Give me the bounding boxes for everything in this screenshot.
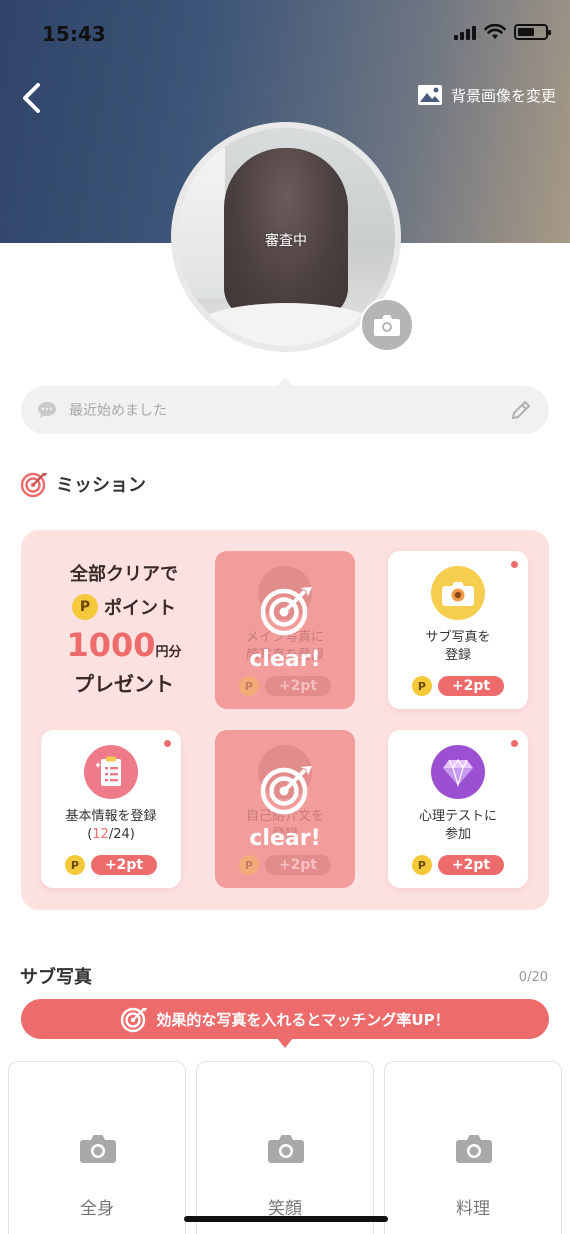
point-icon: P <box>238 676 259 696</box>
target-icon <box>20 472 47 498</box>
target-icon <box>121 1007 148 1033</box>
point-icon: P <box>72 594 98 620</box>
all-clear-amount-value: 1000 <box>66 626 156 664</box>
clear-label: clear! <box>249 826 321 851</box>
all-clear-amount: 1000円分 <box>44 626 204 664</box>
comment-placeholder: 最近始めました <box>69 403 167 419</box>
status-time: 15:43 <box>42 22 106 46</box>
point-icon: P <box>411 676 432 696</box>
basic-info-progress: (12/24) <box>41 826 181 844</box>
avatar-photo-background <box>177 148 225 298</box>
diamond-icon <box>431 745 485 799</box>
banner-tip <box>277 1038 293 1048</box>
target-icon <box>260 587 312 636</box>
mission-card-label: サブ写真を 登録 <box>388 629 528 665</box>
mission-card-self-intro[interactable]: 自己紹介文を 登録 P +2pt clear! <box>215 730 355 888</box>
pencil-icon[interactable] <box>509 398 533 422</box>
mission-card-psych-test[interactable]: 心理テストに 参加 P +2pt <box>388 730 528 888</box>
mission-card-label-line2: 登録 <box>444 648 471 663</box>
change-background-label: 背景画像を変更 <box>450 86 556 105</box>
mission-card-label: 基本情報を登録 (12/24) <box>41 808 181 844</box>
new-indicator-dot <box>511 561 518 568</box>
clear-label: clear! <box>249 647 321 672</box>
mission-title-text: ミッション <box>56 475 146 496</box>
chevron-left-icon <box>23 83 40 113</box>
point-icon: P <box>64 855 85 875</box>
all-clear-line1: 全部クリアで <box>70 564 178 585</box>
new-indicator-dot <box>164 740 171 747</box>
home-indicator[interactable] <box>184 1216 388 1222</box>
camera-icon <box>268 1135 304 1163</box>
camera-icon <box>456 1135 492 1163</box>
point-icon: P <box>238 855 259 875</box>
back-button[interactable] <box>14 80 50 116</box>
mission-card-points: +2pt <box>264 855 332 875</box>
mission-card-points: +2pt <box>90 855 158 875</box>
mission-card-reward: P +2pt <box>388 676 528 696</box>
sub-photo-tip-banner: 効果的な写真を入れるとマッチング率UP！ <box>21 999 549 1039</box>
all-clear-line2: P ポイント <box>44 594 204 620</box>
mission-card-label-line2: 参加 <box>444 827 471 842</box>
mission-card-basic-info[interactable]: 基本情報を登録 (12/24) P +2pt <box>41 730 181 888</box>
progress-total: /24) <box>108 827 135 842</box>
review-status: 審査中 <box>265 233 307 249</box>
chat-bubble-icon <box>38 402 56 418</box>
mission-card-main-photo[interactable]: メイン写真に 顔写真を登録 P +2pt clear! <box>215 551 355 709</box>
all-clear-amount-unit: 円分 <box>155 645 182 660</box>
mission-card-label-line1: サブ写真を <box>425 630 491 645</box>
sub-photo-tip-text: 効果的な写真を入れるとマッチング率UP！ <box>156 1010 450 1029</box>
comment-input[interactable]: 最近始めました <box>21 386 549 434</box>
point-icon: P <box>411 855 432 875</box>
image-icon <box>417 85 442 105</box>
change-background-button[interactable]: 背景画像を変更 <box>417 84 556 106</box>
target-icon <box>260 766 312 815</box>
new-indicator-dot <box>511 740 518 747</box>
mission-card-label-line1: 基本情報を登録 <box>65 809 157 824</box>
all-clear-point-label: ポイント <box>104 598 176 619</box>
sub-photo-slot-full-body[interactable]: 全身 <box>8 1061 186 1234</box>
camera-icon <box>80 1135 116 1163</box>
avatar-photo-shirt <box>187 303 387 346</box>
mission-section-title: ミッション <box>20 470 146 498</box>
sub-photo-section-title: サブ写真 <box>20 967 92 988</box>
battery-icon <box>514 24 551 40</box>
status-bar: 15:43 <box>0 0 570 70</box>
mission-card-sub-photo[interactable]: サブ写真を 登録 P +2pt <box>388 551 528 709</box>
signal-icon <box>454 24 476 40</box>
change-avatar-button[interactable] <box>360 298 414 352</box>
clipboard-icon <box>84 745 138 799</box>
status-icons <box>454 24 551 40</box>
all-clear-line4: プレゼント <box>74 672 174 696</box>
mission-card-label: 心理テストに 参加 <box>388 808 528 844</box>
camera-icon <box>431 566 485 620</box>
mission-card-label-line1: 心理テストに <box>418 809 497 824</box>
sub-photo-slot-label: 料理 <box>456 1199 490 1219</box>
camera-icon <box>374 315 400 336</box>
mission-card-reward: P +2pt <box>41 855 181 875</box>
mission-card-points: +2pt <box>437 855 505 875</box>
mission-card-reward: P +2pt <box>215 855 355 875</box>
sub-photo-slot-label: 全身 <box>80 1199 114 1219</box>
sub-photo-slot-cooking[interactable]: 料理 <box>384 1061 562 1234</box>
sub-photo-slot-smile[interactable]: 笑顔 <box>196 1061 374 1234</box>
mission-card-reward: P +2pt <box>388 855 528 875</box>
all-clear-reward: 全部クリアで P ポイント 1000円分 プレゼント <box>44 560 204 697</box>
mission-card-points: +2pt <box>264 676 332 696</box>
mission-card-points: +2pt <box>437 676 505 696</box>
wifi-icon <box>484 24 506 39</box>
sub-photo-count: 0/20 <box>518 970 548 985</box>
progress-done-count: 12 <box>92 827 109 842</box>
mission-card-reward: P +2pt <box>215 676 355 696</box>
